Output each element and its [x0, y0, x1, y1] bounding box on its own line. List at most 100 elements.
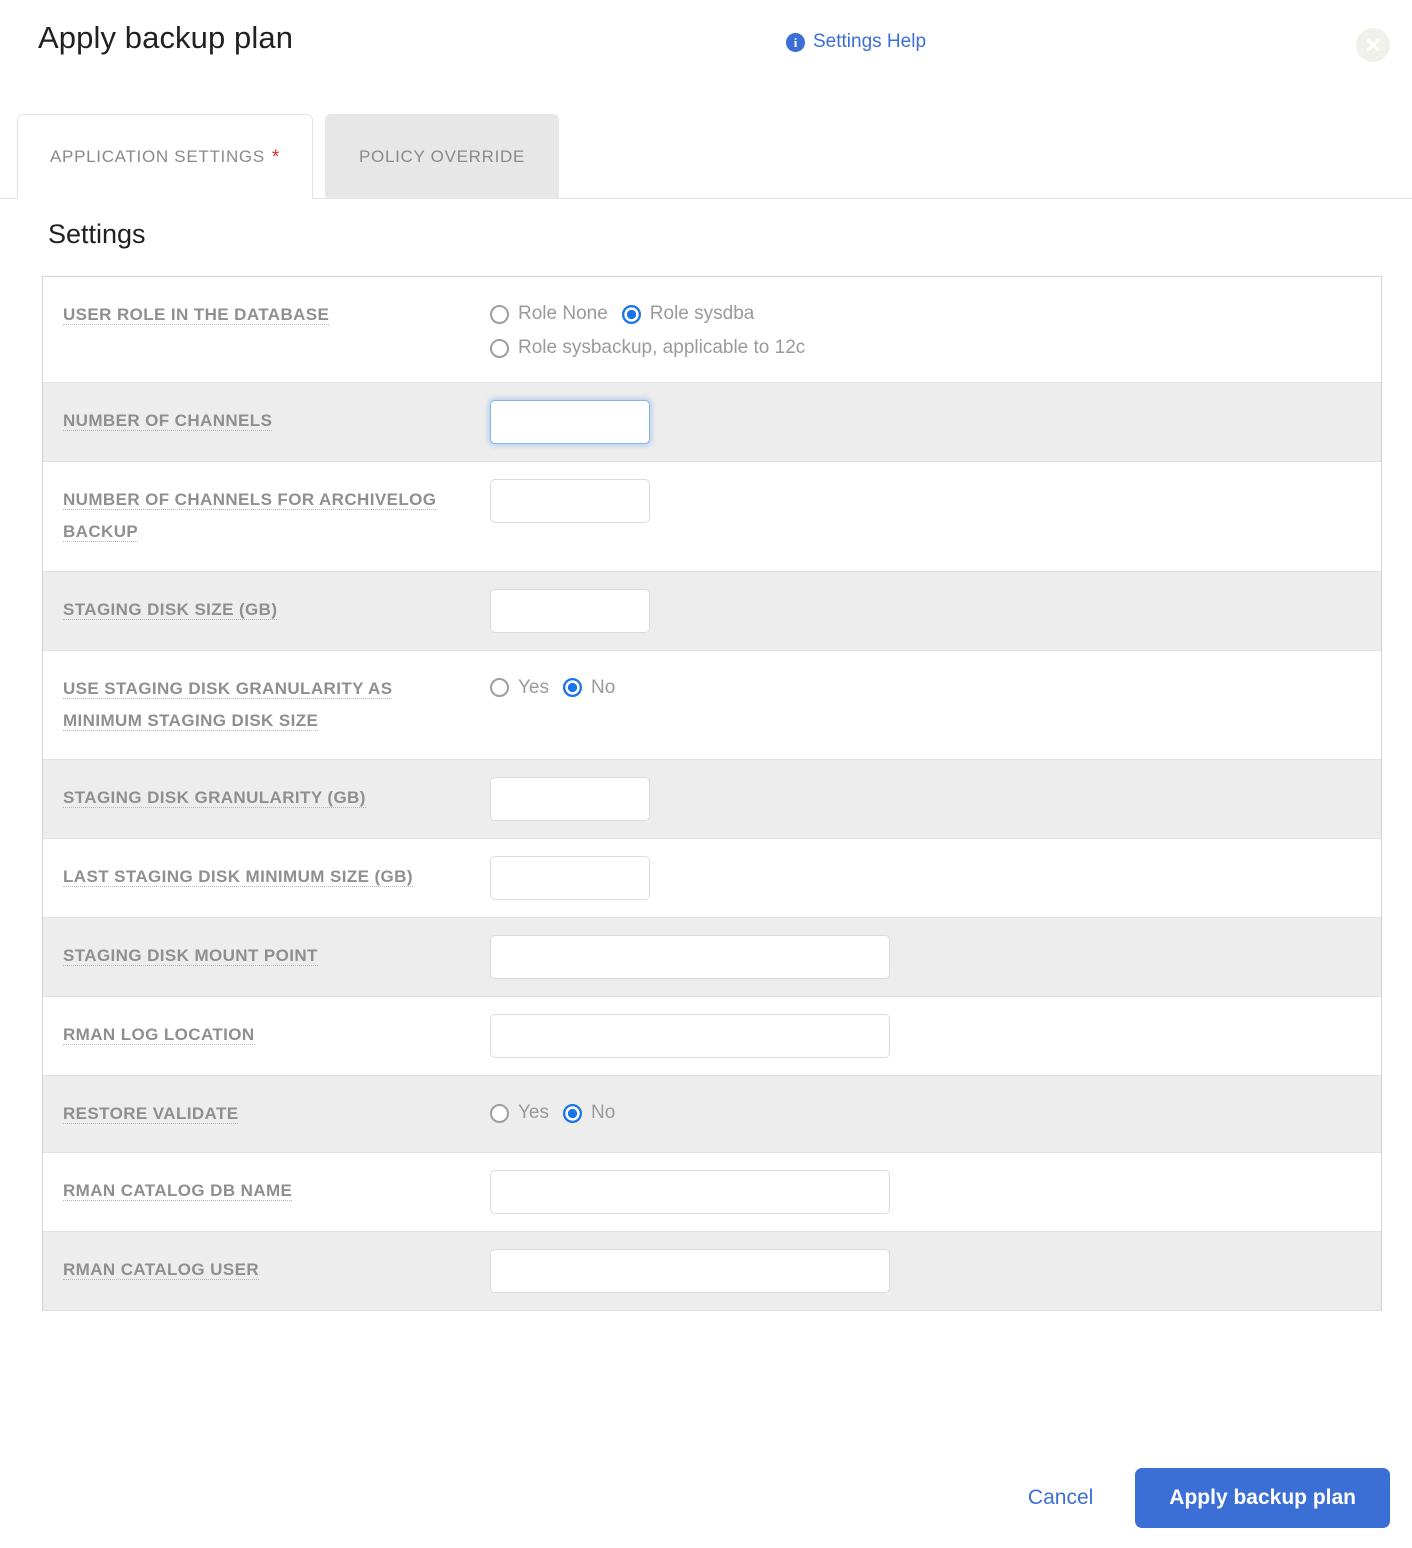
dialog-footer: Cancel Apply backup plan [0, 1448, 1412, 1548]
settings-row-label: LAST STAGING DISK MINIMUM SIZE (GB) [43, 839, 490, 915]
settings-row-label: USER ROLE IN THE DATABASE [43, 277, 490, 353]
settings-row-label: STAGING DISK GRANULARITY (GB) [43, 760, 490, 836]
close-icon [1367, 39, 1379, 51]
radio-group: Yes No [490, 1093, 629, 1130]
settings-row-field: Role None Role sysdba Role sysbackup, appl… [490, 277, 1381, 382]
radio-group: Yes No [490, 668, 629, 705]
close-button[interactable] [1356, 28, 1390, 62]
settings-row: RESTORE VALIDATE Yes No [43, 1076, 1381, 1154]
radio-option[interactable]: Role None [490, 297, 608, 331]
settings-row-label-text: RMAN CATALOG USER [63, 1260, 259, 1281]
settings-row: RMAN LOG LOCATION [43, 997, 1381, 1077]
settings-text-input[interactable] [490, 588, 650, 633]
radio-option[interactable]: No [563, 671, 615, 705]
settings-row-label-text: STAGING DISK SIZE (GB) [63, 599, 278, 620]
settings-row-label-text: RMAN LOG LOCATION [63, 1025, 255, 1046]
settings-text-input[interactable] [490, 935, 890, 980]
settings-row-label: RMAN CATALOG USER [43, 1232, 490, 1308]
settings-text-input[interactable] [490, 856, 650, 901]
radio-option-label: No [591, 676, 616, 698]
settings-row-label: STAGING DISK MOUNT POINT [43, 918, 490, 994]
settings-row-field [490, 1153, 1381, 1231]
settings-row: USE STAGING DISK GRANULARITY AS MINIMUM … [43, 650, 1381, 761]
tab-policy-override[interactable]: POLICY OVERRIDE [325, 114, 560, 199]
radio-unselected-icon [490, 678, 509, 698]
settings-row-label-text: STAGING DISK GRANULARITY (GB) [63, 788, 366, 809]
radio-selected-icon [563, 678, 582, 698]
settings-row-field [490, 572, 1381, 650]
cancel-button[interactable]: Cancel [1012, 1474, 1109, 1522]
settings-row-label-text: NUMBER OF CHANNELS [63, 411, 273, 431]
settings-row-label: RMAN CATALOG DB NAME [43, 1153, 490, 1229]
radio-option-label: Role sysbackup, applicable to 12c [518, 337, 806, 358]
info-icon: i [786, 32, 805, 52]
settings-row-label-text: USE STAGING DISK GRANULARITY AS MINIMUM … [63, 678, 393, 731]
settings-table: USER ROLE IN THE DATABASE Role None Role s… [42, 276, 1382, 1312]
tab-policy-override-label: POLICY OVERRIDE [359, 146, 526, 166]
radio-option-label: No [591, 1102, 616, 1124]
settings-row: STAGING DISK MOUNT POINT [43, 918, 1381, 998]
settings-row-label-text: USER ROLE IN THE DATABASE [63, 305, 330, 325]
settings-row: RMAN CATALOG DB NAME [43, 1153, 1381, 1233]
radio-unselected-icon [490, 338, 509, 358]
settings-text-input[interactable] [490, 479, 650, 523]
settings-row: NUMBER OF CHANNELS [43, 383, 1381, 462]
settings-row-label: RMAN LOG LOCATION [43, 997, 490, 1073]
settings-row-label: STAGING DISK SIZE (GB) [43, 572, 490, 648]
settings-row-field [490, 839, 1381, 917]
settings-row-label-text: RMAN CATALOG DB NAME [63, 1181, 293, 1202]
settings-text-input[interactable] [490, 1170, 890, 1215]
radio-option[interactable]: Yes [490, 1096, 549, 1130]
tab-application-settings-label: APPLICATION SETTINGS [50, 147, 265, 166]
settings-row-label: NUMBER OF CHANNELS [43, 383, 490, 459]
radio-option-label: Yes [518, 676, 549, 698]
radio-option-label: Yes [518, 1102, 549, 1124]
settings-row-label: USE STAGING DISK GRANULARITY AS MINIMUM … [43, 651, 490, 760]
settings-text-input[interactable] [490, 777, 650, 822]
settings-row-field [490, 997, 1381, 1075]
settings-row-field: Yes No [490, 651, 1381, 722]
settings-row-field [490, 462, 1381, 540]
radio-option-label: Role None [518, 303, 608, 324]
tab-required-asterisk: * [271, 146, 280, 168]
radio-option[interactable]: No [563, 1096, 615, 1130]
settings-row: STAGING DISK GRANULARITY (GB) [43, 760, 1381, 840]
settings-row-label: NUMBER OF CHANNELS FOR ARCHIVELOG BACKUP [43, 462, 490, 571]
tab-application-settings[interactable]: APPLICATION SETTINGS * [17, 114, 313, 199]
settings-row-field [490, 760, 1381, 838]
tab-bar: APPLICATION SETTINGS * POLICY OVERRIDE [0, 104, 1412, 199]
settings-row: STAGING DISK SIZE (GB) [43, 571, 1381, 651]
settings-row-label-text: STAGING DISK MOUNT POINT [63, 946, 318, 967]
settings-text-input[interactable] [490, 1014, 890, 1059]
settings-row: USER ROLE IN THE DATABASE Role None Role s… [43, 277, 1381, 383]
settings-row-field: Yes No [490, 1076, 1381, 1147]
settings-row-label: RESTORE VALIDATE [43, 1076, 490, 1152]
radio-unselected-icon [490, 1103, 509, 1123]
settings-row: RMAN CATALOG USER [43, 1232, 1381, 1312]
settings-row-label-text: LAST STAGING DISK MINIMUM SIZE (GB) [63, 867, 413, 888]
radio-selected-icon [621, 304, 641, 324]
radio-group: Role None Role sysdba Role sysbackup, appl… [490, 294, 1050, 365]
settings-row-field [490, 1232, 1381, 1310]
section-title: Settings [48, 219, 146, 249]
radio-option[interactable]: Role sysdba [621, 297, 755, 331]
radio-unselected-icon [490, 304, 509, 324]
dialog-header: Apply backup plan i Settings Help [0, 0, 1412, 104]
radio-option-label: Role sysdba [649, 303, 755, 324]
page-title: Apply backup plan [38, 20, 294, 55]
settings-row-label-text: NUMBER OF CHANNELS FOR ARCHIVELOG BACKUP [63, 490, 437, 543]
settings-help-link[interactable]: i Settings Help [786, 31, 926, 53]
radio-option[interactable]: Yes [490, 671, 549, 705]
settings-row-field [490, 918, 1381, 996]
settings-content: Settings USER ROLE IN THE DATABASE Role N… [0, 199, 1412, 1548]
settings-text-input[interactable] [490, 400, 650, 444]
apply-backup-plan-button[interactable]: Apply backup plan [1135, 1468, 1390, 1528]
radio-selected-icon [563, 1103, 582, 1123]
settings-row-field [490, 383, 1381, 461]
settings-row: LAST STAGING DISK MINIMUM SIZE (GB) [43, 839, 1381, 919]
settings-row-label-text: RESTORE VALIDATE [63, 1104, 239, 1125]
settings-row: NUMBER OF CHANNELS FOR ARCHIVELOG BACKUP [43, 462, 1381, 572]
settings-help-label: Settings Help [813, 31, 927, 52]
radio-option[interactable]: Role sysbackup, applicable to 12c [490, 331, 805, 365]
settings-text-input[interactable] [490, 1249, 890, 1294]
